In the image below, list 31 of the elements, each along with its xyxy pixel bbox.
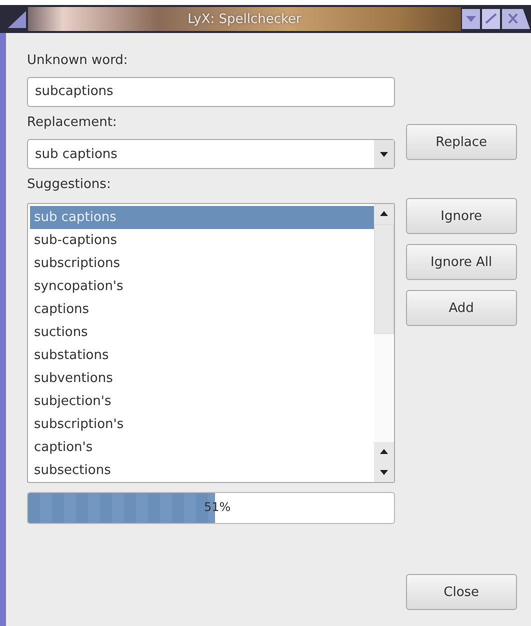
replacement-combo[interactable]: sub captions — [27, 139, 395, 169]
minimize-icon[interactable] — [461, 8, 481, 30]
ignore-button[interactable]: Ignore — [406, 198, 517, 234]
suggestion-item[interactable]: subjection's — [30, 390, 374, 413]
window-title: LyX: Spellchecker — [188, 12, 302, 26]
close-button[interactable]: Close — [406, 574, 517, 610]
suggestion-item[interactable]: suctions — [30, 321, 374, 344]
suggestion-item[interactable]: caption's — [30, 436, 374, 459]
suggestion-item[interactable]: subscription's — [30, 413, 374, 436]
maximize-icon[interactable] — [481, 8, 501, 30]
suggestion-item[interactable]: substations — [30, 344, 374, 367]
suggestions-label: Suggestions: — [27, 177, 112, 192]
suggestion-item[interactable]: subscriptions — [30, 252, 374, 275]
scrollbar-thumb[interactable] — [374, 224, 394, 334]
dropdown-icon[interactable] — [374, 140, 394, 168]
scroll-up-icon[interactable] — [374, 442, 394, 462]
unknown-word-label: Unknown word: — [27, 53, 129, 68]
replacement-label: Replacement: — [27, 115, 118, 130]
window-menu-icon[interactable] — [6, 9, 28, 29]
scroll-down-icon[interactable] — [374, 462, 394, 482]
add-button[interactable]: Add — [406, 290, 517, 326]
unknown-word-field[interactable]: subcaptions — [27, 77, 395, 107]
suggestion-item[interactable]: syncopation's — [30, 275, 374, 298]
ignore-all-button[interactable]: Ignore All — [406, 244, 517, 280]
close-icon[interactable] — [501, 8, 531, 30]
suggestion-item[interactable]: subventions — [30, 367, 374, 390]
scroll-up-icon[interactable] — [374, 204, 394, 224]
suggestion-item[interactable]: subsections — [30, 459, 374, 482]
suggestion-item[interactable]: captions — [30, 298, 374, 321]
replace-button[interactable]: Replace — [406, 124, 517, 160]
suggestion-item[interactable]: sub-captions — [30, 229, 374, 252]
